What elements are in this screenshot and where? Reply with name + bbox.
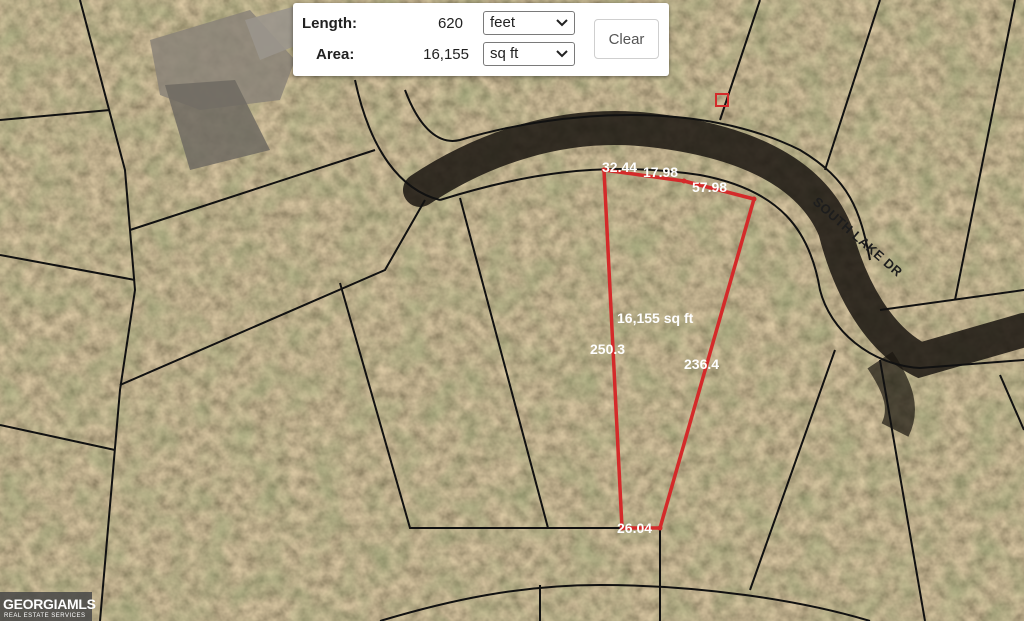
chevron-down-icon bbox=[556, 19, 568, 27]
measure-top-left: 32.44 bbox=[602, 159, 637, 175]
logo-tagline: REAL ESTATE SERVICES bbox=[4, 613, 86, 619]
measure-top-mid: 17.98 bbox=[643, 164, 678, 180]
measure-top-right: 57.98 bbox=[692, 179, 727, 195]
length-label: Length: bbox=[302, 15, 357, 32]
measure-right-side: 236.4 bbox=[684, 356, 719, 372]
area-label: 16,155 sq ft bbox=[617, 310, 694, 326]
area-unit-value: sq ft bbox=[490, 45, 519, 62]
length-unit-value: feet bbox=[490, 14, 516, 31]
measurement-panel: Length: 620 feet Area: 16,155 sq ft Clea… bbox=[293, 3, 669, 76]
length-unit-select[interactable]: feet bbox=[483, 11, 575, 35]
georgiamls-logo: GEORGIAMLS REAL ESTATE SERVICES bbox=[0, 592, 96, 621]
logo-name: GEORGIAMLS bbox=[3, 596, 96, 612]
length-value: 620 bbox=[437, 15, 463, 32]
area-unit-select[interactable]: sq ft bbox=[483, 42, 575, 66]
area-label-text: Area: bbox=[316, 46, 355, 63]
area-value: 16,155 bbox=[423, 46, 469, 63]
clear-button[interactable]: Clear bbox=[594, 19, 659, 59]
aerial-map[interactable]: 32.44 17.98 57.98 16,155 sq ft 250.3 236… bbox=[0, 0, 1024, 621]
chevron-down-icon bbox=[556, 50, 568, 58]
measure-bottom: 26.04 bbox=[617, 520, 652, 536]
measure-left-side: 250.3 bbox=[590, 341, 625, 357]
